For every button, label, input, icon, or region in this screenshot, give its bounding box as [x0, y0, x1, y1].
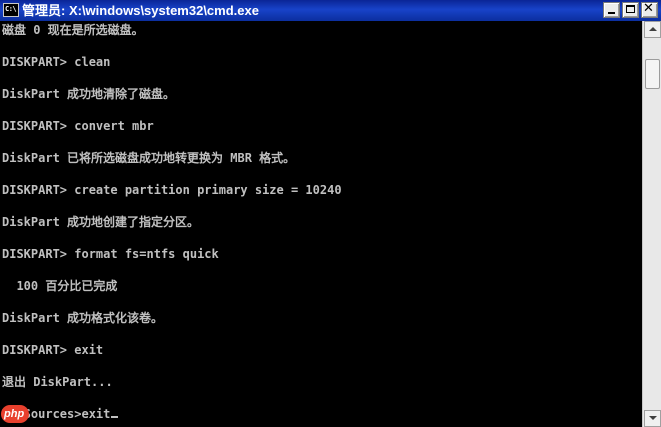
watermark-text: php — [4, 408, 25, 420]
minimize-button[interactable] — [603, 2, 620, 18]
minimize-icon — [608, 12, 615, 14]
php-watermark-logo: php — [1, 405, 31, 423]
console-line: DISKPART> format fs=ntfs quick — [2, 247, 219, 261]
vertical-scrollbar[interactable] — [642, 21, 661, 427]
console-line: DiskPart 成功地清除了磁盘。 — [2, 87, 176, 101]
cmd-app-icon[interactable]: C:\ — [3, 3, 19, 17]
text-cursor — [111, 416, 119, 418]
console-line: DiskPart 成功格式化该卷。 — [2, 311, 164, 325]
scroll-down-arrow-icon — [649, 416, 657, 420]
console-line: DiskPart 已将所选磁盘成功地转更换为 MBR 格式。 — [2, 151, 296, 165]
cmd-app-icon-text: C:\ — [5, 5, 17, 13]
cmd-window: C:\ 管理员: X:\windows\system32\cmd.exe ✕ 磁… — [0, 0, 661, 427]
console-line: DISKPART> clean — [2, 55, 111, 69]
console-line: DiskPart 成功地创建了指定分区。 — [2, 215, 200, 229]
scroll-thumb[interactable] — [645, 59, 660, 89]
console-line: 磁盘 0 现在是所选磁盘。 — [2, 23, 144, 37]
scroll-up-button[interactable] — [644, 21, 661, 38]
console-line: 100 百分比已完成 — [2, 279, 118, 293]
console-line: DISKPART> convert mbr — [2, 119, 154, 133]
close-icon: ✕ — [643, 1, 654, 16]
console-output[interactable]: 磁盘 0 现在是所选磁盘。 DISKPART> clean DiskPart 成… — [0, 21, 642, 427]
scroll-down-button[interactable] — [644, 410, 661, 427]
console-line: DISKPART> create partition primary size … — [2, 183, 342, 197]
maximize-button[interactable] — [622, 2, 639, 18]
scroll-up-arrow-icon — [649, 27, 657, 31]
console-line: 退出 DiskPart... — [2, 375, 113, 389]
maximize-icon — [626, 5, 635, 13]
close-button[interactable]: ✕ — [641, 1, 658, 18]
title-bar[interactable]: C:\ 管理员: X:\windows\system32\cmd.exe ✕ — [0, 0, 661, 22]
console-line: DISKPART> exit — [2, 343, 104, 357]
window-title: 管理员: X:\windows\system32\cmd.exe — [22, 3, 259, 18]
